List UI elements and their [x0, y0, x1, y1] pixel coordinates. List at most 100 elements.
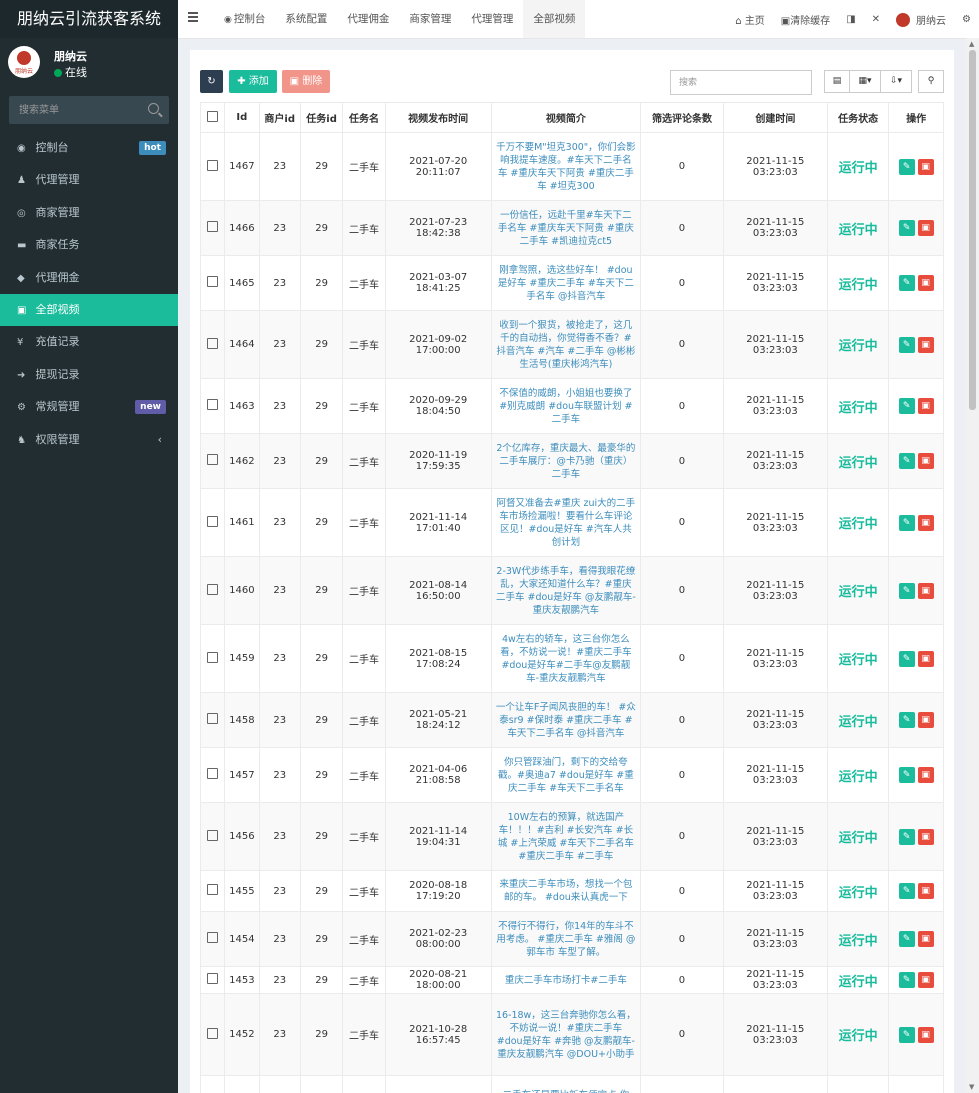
- edit-button[interactable]: ✎: [898, 220, 915, 236]
- table-row[interactable]: 1454 23 29 二手车 2021-02-23 08:00:00 不得行不得行，你14…: [199, 911, 944, 967]
- delete-row-button[interactable]: ▣: [917, 883, 934, 899]
- edit-button[interactable]: ✎: [898, 453, 915, 469]
- cell-intro[interactable]: 你只管踩油门，剩下的交给夸戳。#奥迪a7 #dou是好车 #重庆二手车 #车天下…: [490, 747, 642, 803]
- delete-row-button[interactable]: ▣: [917, 972, 934, 988]
- edit-button[interactable]: ✎: [898, 514, 915, 531]
- edit-button[interactable]: ✎: [898, 767, 915, 783]
- cell-intro[interactable]: 千万不要M"坦克300"，你们会影响我提车速度。#车天下二手名车 #重庆车天下阿…: [490, 132, 642, 201]
- col-publish-time[interactable]: 视频发布时间: [384, 102, 492, 133]
- edit-button[interactable]: ✎: [898, 712, 915, 728]
- cell-intro[interactable]: 重庆二手车市场打卡#二手车: [490, 966, 642, 994]
- col-merchant-id[interactable]: 商户id: [258, 102, 301, 133]
- cell-intro[interactable]: 10W左右的预算，就选国产车！！！#吉利 #长安汽车 #长城 #上汽荣威 #车天…: [490, 802, 642, 871]
- cell-intro[interactable]: 一个让车F子闻风丧胆的车！ #众泰sr9 #保时泰 #重庆二手车 #车天下二手名…: [490, 692, 642, 748]
- scrollbar-thumb[interactable]: [969, 50, 976, 410]
- clear-cache-link[interactable]: ▣清除缓存: [773, 12, 838, 27]
- row-checkbox[interactable]: [199, 1075, 226, 1093]
- edit-button[interactable]: ✎: [898, 883, 915, 899]
- sidebar-item-agent[interactable]: ♟ 代理管理: [0, 164, 178, 196]
- sidebar-item-video[interactable]: ▣ 全部视频: [0, 293, 178, 327]
- col-task-id[interactable]: 任务id: [299, 102, 344, 133]
- fullscreen-icon[interactable]: ✕: [864, 14, 888, 25]
- card-view-icon[interactable]: ▤: [824, 70, 850, 93]
- table-row[interactable]: 1458 23 29 二手车 2021-05-21 18:24:12 一个让车F子闻风丧胆…: [199, 692, 944, 748]
- cell-intro[interactable]: 4w左右的轿车，这三台你怎么看，不妨说一说！#重庆二手车 #dou是好车#二手车…: [490, 624, 642, 693]
- cell-intro[interactable]: 16-18w，这三台奔驰你怎么看，不妨说一说！#重庆二手车 #dou是好车 #奔…: [490, 993, 642, 1076]
- sidebar-item-diamond[interactable]: ◆ 代理佣金: [0, 262, 178, 294]
- table-row[interactable]: 1466 23 29 二手车 2021-07-23 18:42:38 一份信任，远赴千里#…: [199, 200, 944, 256]
- edit-button[interactable]: ✎: [898, 828, 915, 845]
- menu-toggle-icon[interactable]: [188, 12, 198, 24]
- edit-button[interactable]: ✎: [898, 336, 915, 353]
- cell-intro[interactable]: 二手车还是要比新车便宜点 你: [490, 1075, 642, 1093]
- tab-1[interactable]: 系统配置: [275, 0, 337, 38]
- scroll-down-icon[interactable]: ▼: [969, 1083, 974, 1091]
- row-checkbox[interactable]: [199, 692, 226, 748]
- table-row[interactable]: 1464 23 29 二手车 2021-09-02 17:00:00 收到一个狠货，被抢走…: [199, 310, 944, 379]
- sidebar-search-input[interactable]: [9, 96, 151, 124]
- page-scrollbar[interactable]: ▲ ▼: [966, 38, 979, 1093]
- table-row[interactable]: 1462 23 29 二手车 2020-11-19 17:59:35 2个亿库存，重庆最大…: [199, 433, 944, 489]
- cell-intro[interactable]: 2个亿库存，重庆最大、最豪华的二手车展厅：@卡乃驰（重庆）二手车: [490, 433, 642, 489]
- edit-button[interactable]: ✎: [898, 158, 915, 175]
- delete-row-button[interactable]: ▣: [917, 931, 934, 947]
- sidebar-item-eye[interactable]: ◎ 商家管理: [0, 197, 178, 229]
- table-row[interactable]: 1465 23 29 二手车 2021-03-07 18:41:25 刚拿驾照，选这些好车…: [199, 255, 944, 311]
- table-row[interactable]: 1457 23 29 二手车 2021-04-06 21:08:58 你只管踩油门，剩下的…: [199, 747, 944, 803]
- select-all-checkbox[interactable]: [199, 102, 226, 133]
- row-checkbox[interactable]: [199, 255, 226, 311]
- edit-button[interactable]: ✎: [898, 1026, 915, 1043]
- search-icon[interactable]: [148, 103, 159, 114]
- delete-row-button[interactable]: ▣: [917, 453, 934, 469]
- table-search-input[interactable]: [670, 70, 812, 95]
- row-checkbox[interactable]: [199, 200, 226, 256]
- table-row[interactable]: 1460 23 29 二手车 2021-08-14 16:50:00 2-3W代步练手车，…: [199, 556, 944, 625]
- table-row[interactable]: 1456 23 29 二手车 2021-11-14 19:04:31 10W左右的预算，就…: [199, 802, 944, 871]
- col-id[interactable]: Id: [224, 102, 260, 133]
- sidebar-item-withdraw[interactable]: ➜ 提现记录: [0, 359, 178, 391]
- language-icon[interactable]: ◨: [838, 14, 863, 25]
- row-checkbox[interactable]: [199, 378, 226, 434]
- row-checkbox[interactable]: [199, 433, 226, 489]
- row-checkbox[interactable]: [199, 488, 226, 557]
- delete-row-button[interactable]: ▣: [917, 650, 934, 667]
- edit-button[interactable]: ✎: [898, 398, 915, 414]
- sidebar-item-dashboard[interactable]: ◉ 控制台 hot: [0, 132, 178, 164]
- cell-intro[interactable]: 来重庆二手车市场，想找一个包邮的车。 #dou来认真虎一下: [490, 870, 642, 912]
- col-intro[interactable]: 视频简介: [490, 102, 642, 133]
- delete-row-button[interactable]: ▣: [917, 158, 934, 175]
- tab-3[interactable]: 商家管理: [399, 0, 461, 38]
- row-checkbox[interactable]: [199, 132, 226, 201]
- sidebar-item-yen[interactable]: ¥ 充值记录: [0, 326, 178, 358]
- delete-row-button[interactable]: ▣: [917, 336, 934, 353]
- columns-icon[interactable]: ▦▾: [849, 70, 881, 93]
- delete-row-button[interactable]: ▣: [917, 398, 934, 414]
- search-toggle-icon[interactable]: ⚲: [918, 70, 944, 93]
- table-row[interactable]: 1453 23 29 二手车 2020-08-21 18:00:00 重庆二手车市场打卡#…: [199, 966, 944, 994]
- edit-button[interactable]: ✎: [898, 931, 915, 947]
- add-button[interactable]: ✚ 添加: [229, 70, 277, 93]
- row-checkbox[interactable]: [199, 624, 226, 693]
- tab-0[interactable]: ◉ 控制台: [214, 0, 275, 38]
- row-checkbox[interactable]: [199, 911, 226, 967]
- tab-4[interactable]: 代理管理: [461, 0, 523, 38]
- delete-row-button[interactable]: ▣: [917, 1026, 934, 1043]
- export-icon[interactable]: ⇩▾: [880, 70, 912, 93]
- delete-row-button[interactable]: ▣: [917, 514, 934, 531]
- row-checkbox[interactable]: [199, 966, 226, 994]
- table-row[interactable]: 1463 23 29 二手车 2020-09-29 18:04:50 不保值的威朗，小姐姐…: [199, 378, 944, 434]
- delete-row-button[interactable]: ▣: [917, 828, 934, 845]
- delete-row-button[interactable]: ▣: [917, 582, 934, 599]
- table-row[interactable]: 二手车还是要比新车便宜点 你: [199, 1075, 944, 1093]
- row-checkbox[interactable]: [199, 802, 226, 871]
- col-task-name[interactable]: 任务名: [342, 102, 386, 133]
- table-row[interactable]: 1452 23 29 二手车 2021-10-28 16:57:45 16-18w，这三台…: [199, 993, 944, 1076]
- delete-row-button[interactable]: ▣: [917, 220, 934, 236]
- home-link[interactable]: ⌂ 主页: [727, 12, 773, 27]
- delete-row-button[interactable]: ▣: [917, 767, 934, 783]
- cell-intro[interactable]: 一份信任，远赴千里#车天下二手名车 #重庆车天下阿贵 #重庆二手车 #凯迪拉克c…: [490, 200, 642, 256]
- refresh-button[interactable]: ↻: [200, 70, 223, 93]
- edit-button[interactable]: ✎: [898, 650, 915, 667]
- settings-gear-icon[interactable]: ⚙: [954, 14, 979, 25]
- cell-intro[interactable]: 刚拿驾照，选这些好车！ #dou是好车 #重庆二手车 #车天下二手名车 @抖音汽…: [490, 255, 642, 311]
